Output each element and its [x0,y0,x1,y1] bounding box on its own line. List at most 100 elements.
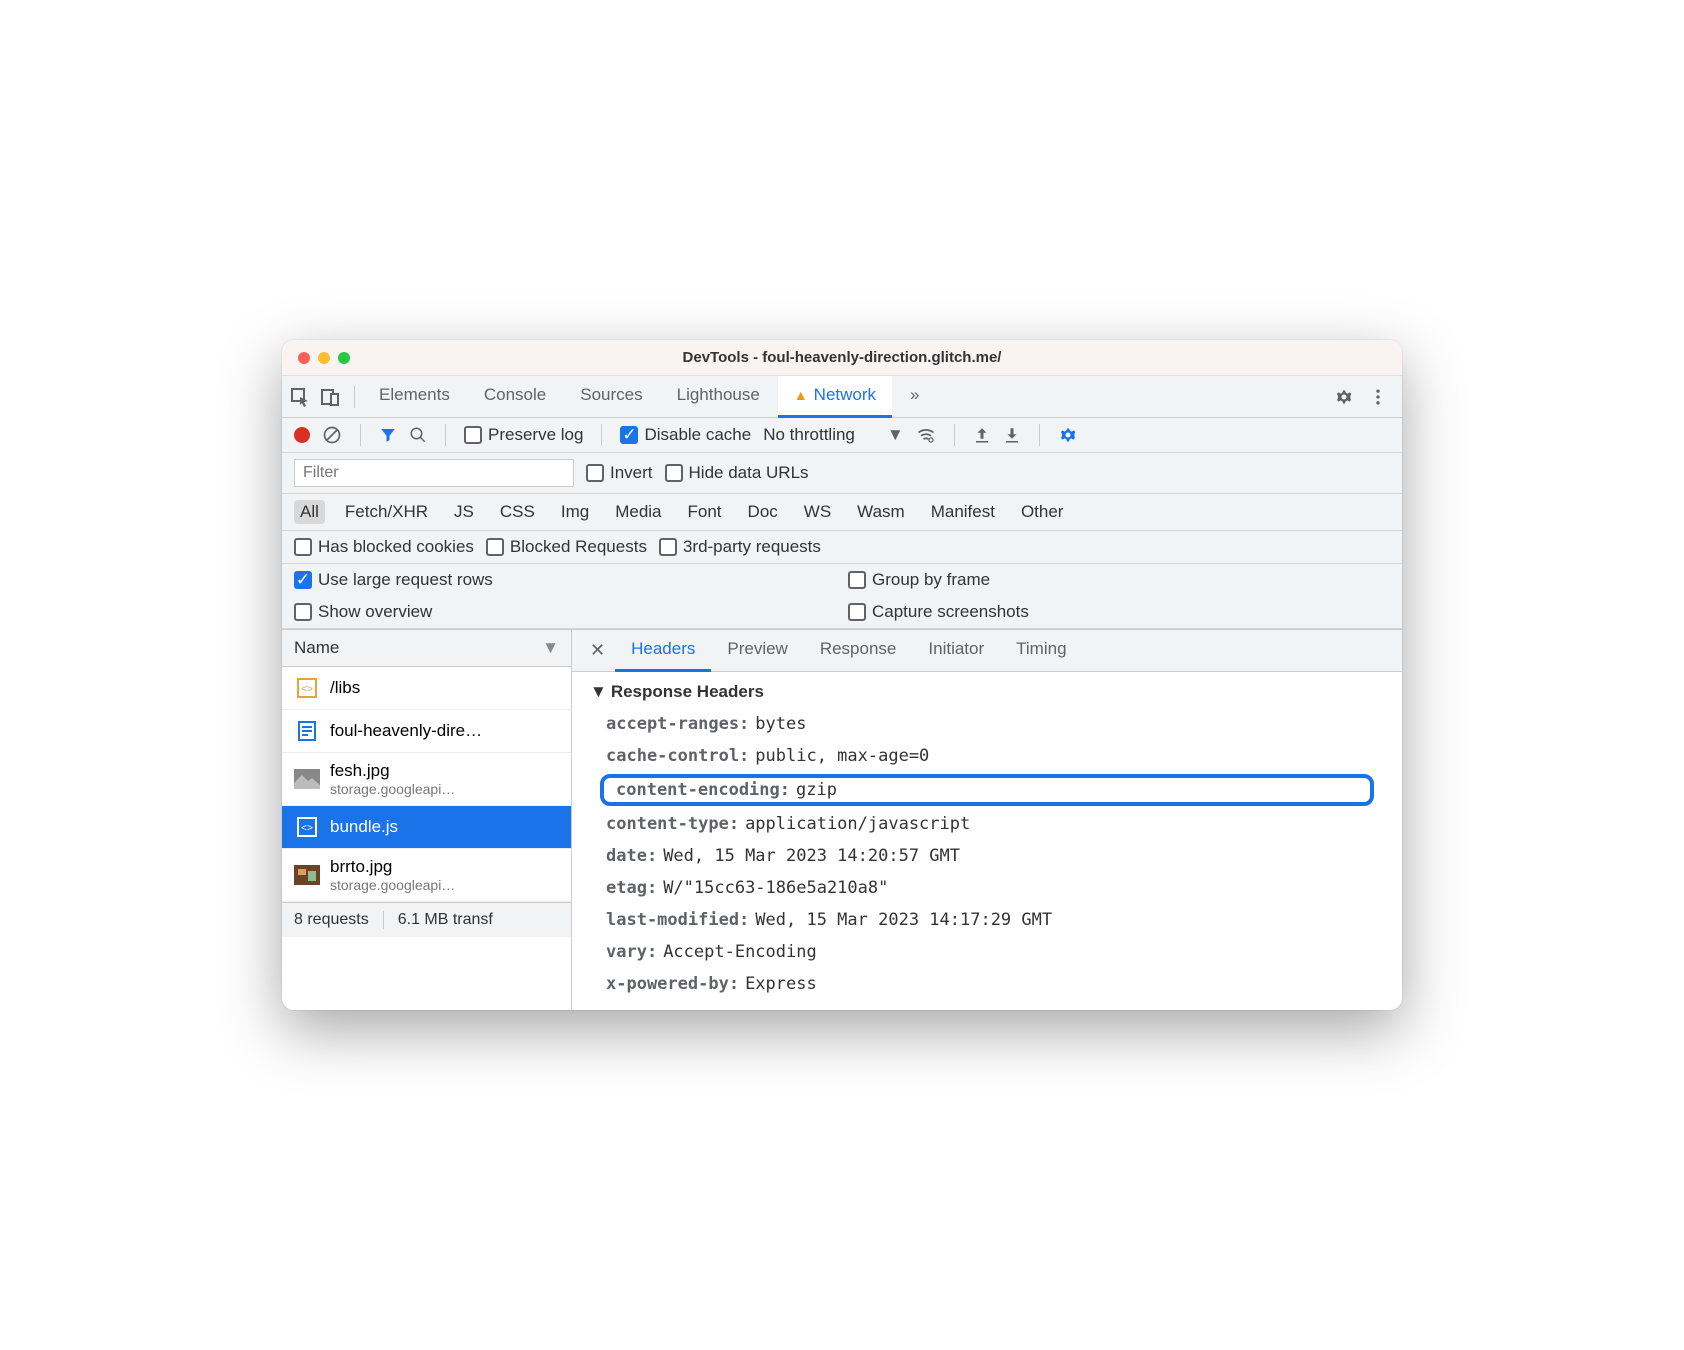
separator [445,424,446,446]
type-doc[interactable]: Doc [742,500,784,524]
blocked-cookies-checkbox[interactable]: Has blocked cookies [294,537,474,557]
request-list-header[interactable]: Name ▼ [282,630,571,667]
zoom-window-button[interactable] [338,352,350,364]
tab-timing[interactable]: Timing [1000,630,1082,672]
settings-icon[interactable] [1334,387,1354,407]
request-name: brrto.jpg [330,857,455,877]
type-all[interactable]: All [294,500,325,524]
tab-response[interactable]: Response [804,630,913,672]
detail-body: ▼ Response Headers accept-ranges:bytesca… [572,672,1402,1010]
show-overview-label: Show overview [318,602,432,622]
header-row: cache-control:public, max-age=0 [590,740,1384,772]
disclosure-triangle-icon: ▼ [590,682,607,702]
tab-lighthouse[interactable]: Lighthouse [661,376,776,418]
large-rows-checkbox[interactable]: ✓Use large request rows [294,570,836,590]
header-value: W/"15cc63-186e5a210a8" [663,878,888,898]
close-window-button[interactable] [298,352,310,364]
clear-icon[interactable] [322,425,342,445]
tab-network[interactable]: ▲ Network [778,376,892,418]
filter-icon[interactable] [379,426,397,444]
response-headers-section[interactable]: ▼ Response Headers [590,682,1384,702]
type-fetch[interactable]: Fetch/XHR [339,500,434,524]
search-icon[interactable] [409,426,427,444]
filter-input[interactable]: Filter [294,459,574,487]
header-key: content-encoding: [616,780,790,800]
header-value: Wed, 15 Mar 2023 14:20:57 GMT [663,846,960,866]
main-split: Name ▼ <> /libs foul-heavenly-dire… [282,629,1402,1010]
disable-cache-checkbox[interactable]: ✓Disable cache [620,425,751,445]
network-settings-icon[interactable] [1058,425,1078,445]
show-overview-checkbox[interactable]: Show overview [294,602,836,622]
hide-data-urls-checkbox[interactable]: Hide data URLs [665,463,809,483]
upload-har-icon[interactable] [973,426,991,444]
disable-cache-label: Disable cache [644,425,751,445]
header-row: last-modified:Wed, 15 Mar 2023 14:17:29 … [590,904,1384,936]
throttling-select[interactable]: No throttling ▼ [763,425,904,445]
throttling-label: No throttling [763,425,855,445]
invert-checkbox[interactable]: Invert [586,463,653,483]
request-row[interactable]: fesh.jpg storage.googleapi… [282,753,571,806]
warning-icon: ▲ [794,387,808,403]
panel-tabs-row: Elements Console Sources Lighthouse ▲ Ne… [282,376,1402,418]
header-row: date:Wed, 15 Mar 2023 14:20:57 GMT [590,840,1384,872]
titlebar: DevTools - foul-heavenly-direction.glitc… [282,340,1402,376]
script-icon: <> [294,814,320,840]
device-toggle-icon[interactable] [320,387,340,407]
header-key: content-type: [606,814,739,834]
network-conditions-icon[interactable] [916,425,936,445]
request-row[interactable]: brrto.jpg storage.googleapi… [282,849,571,902]
type-media[interactable]: Media [609,500,667,524]
tab-network-label: Network [814,385,876,405]
record-button[interactable] [294,427,310,443]
type-other[interactable]: Other [1015,500,1070,524]
header-value: application/javascript [745,814,970,834]
type-ws[interactable]: WS [798,500,837,524]
request-domain: storage.googleapi… [330,781,455,797]
tab-headers[interactable]: Headers [615,630,711,672]
tab-initiator[interactable]: Initiator [912,630,1000,672]
tab-console[interactable]: Console [468,376,562,418]
svg-text:<>: <> [301,684,313,695]
request-row[interactable]: <> /libs [282,667,571,710]
header-key: etag: [606,878,657,898]
separator [954,424,955,446]
invert-label: Invert [610,463,653,483]
separator [360,424,361,446]
type-manifest[interactable]: Manifest [925,500,1001,524]
type-js[interactable]: JS [448,500,480,524]
download-har-icon[interactable] [1003,426,1021,444]
more-tabs-button[interactable]: » [894,376,935,418]
tab-sources[interactable]: Sources [564,376,658,418]
header-value: Accept-Encoding [663,942,817,962]
blocked-requests-checkbox[interactable]: Blocked Requests [486,537,647,557]
capture-screenshots-checkbox[interactable]: Capture screenshots [848,602,1390,622]
third-party-checkbox[interactable]: 3rd-party requests [659,537,821,557]
header-row: vary:Accept-Encoding [590,936,1384,968]
svg-text:<>: <> [301,823,313,834]
options-row: ✓Use large request rows Group by frame S… [282,564,1402,629]
tab-preview[interactable]: Preview [711,630,803,672]
chevron-down-icon: ▼ [542,638,559,658]
status-bar: 8 requests 6.1 MB transf [282,902,571,937]
inspect-icon[interactable] [290,387,310,407]
type-img[interactable]: Img [555,500,595,524]
devtools-window: DevTools - foul-heavenly-direction.glitc… [282,340,1402,1010]
header-value: public, max-age=0 [755,746,929,766]
tab-elements[interactable]: Elements [363,376,466,418]
preserve-log-checkbox[interactable]: Preserve log [464,425,583,445]
header-value: Wed, 15 Mar 2023 14:17:29 GMT [755,910,1052,930]
type-css[interactable]: CSS [494,500,541,524]
group-by-frame-checkbox[interactable]: Group by frame [848,570,1390,590]
kebab-menu-icon[interactable] [1368,387,1388,407]
request-name: fesh.jpg [330,761,455,781]
network-toolbar: Preserve log ✓Disable cache No throttlin… [282,418,1402,453]
request-row[interactable]: foul-heavenly-dire… [282,710,571,753]
request-row-selected[interactable]: <> bundle.js [282,806,571,849]
close-detail-button[interactable]: ✕ [580,640,615,661]
minimize-window-button[interactable] [318,352,330,364]
header-value: bytes [755,714,806,734]
filter-row: Filter Invert Hide data URLs [282,453,1402,494]
type-wasm[interactable]: Wasm [851,500,911,524]
type-font[interactable]: Font [682,500,728,524]
header-row: content-type: application/javascript [590,808,1384,840]
